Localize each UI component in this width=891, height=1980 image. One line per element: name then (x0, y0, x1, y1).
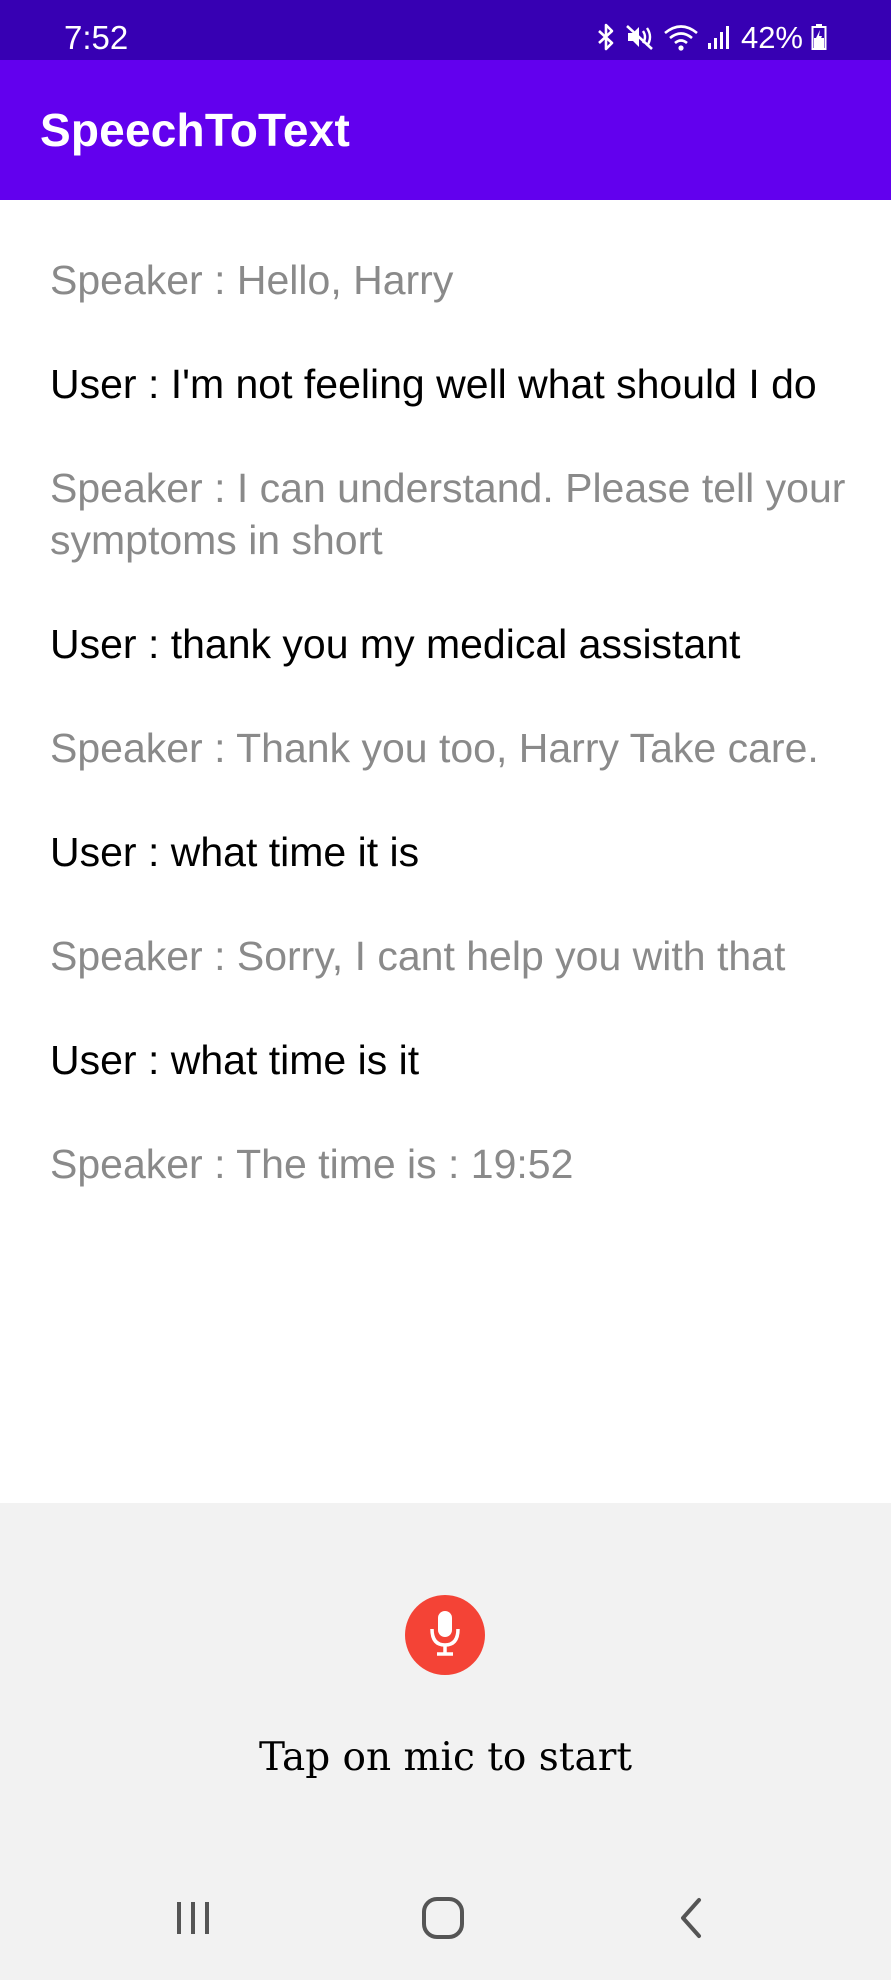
status-time: 7:52 (64, 19, 129, 56)
app-bar: SpeechToText (0, 60, 891, 200)
battery-icon (811, 23, 827, 51)
back-button[interactable] (652, 1890, 732, 1950)
user-message: User : I'm not feeling well what should … (50, 361, 817, 407)
speaker-message: Speaker : The time is : 19:52 (50, 1141, 574, 1187)
user-message: User : what time is it (50, 1037, 420, 1083)
speaker-message: Speaker : I can understand. Please tell … (50, 465, 846, 563)
speaker-message: Speaker : Thank you too, Harry Take care… (50, 725, 819, 771)
mic-panel: Tap on mic to start (0, 1503, 891, 1860)
back-icon (677, 1896, 707, 1945)
status-bar: 7:52 42% (0, 0, 891, 60)
app-title: SpeechToText (40, 104, 350, 156)
speaker-message: Speaker : Hello, Harry (50, 257, 454, 303)
home-button[interactable] (403, 1890, 483, 1950)
status-icons: 42% (595, 0, 827, 60)
user-message: User : thank you my medical assistant (50, 621, 741, 667)
home-icon (420, 1895, 466, 1946)
bluetooth-icon (595, 23, 617, 51)
battery-percent: 42% (740, 19, 803, 55)
mic-hint: Tap on mic to start (258, 1735, 633, 1780)
conversation-list: Speaker : Hello, Harry User : I'm not fee… (50, 254, 850, 1242)
signal-icon (707, 23, 733, 51)
speaker-message: Speaker : Sorry, I cant help you with th… (50, 933, 786, 979)
mic-button[interactable] (405, 1595, 485, 1675)
wifi-icon (663, 23, 699, 51)
microphone-icon (427, 1609, 463, 1662)
navigation-bar (0, 1860, 891, 1980)
recent-apps-icon (171, 1898, 215, 1943)
user-message: User : what time it is (50, 829, 420, 875)
recent-apps-button[interactable] (153, 1890, 233, 1950)
mute-icon (625, 23, 655, 51)
